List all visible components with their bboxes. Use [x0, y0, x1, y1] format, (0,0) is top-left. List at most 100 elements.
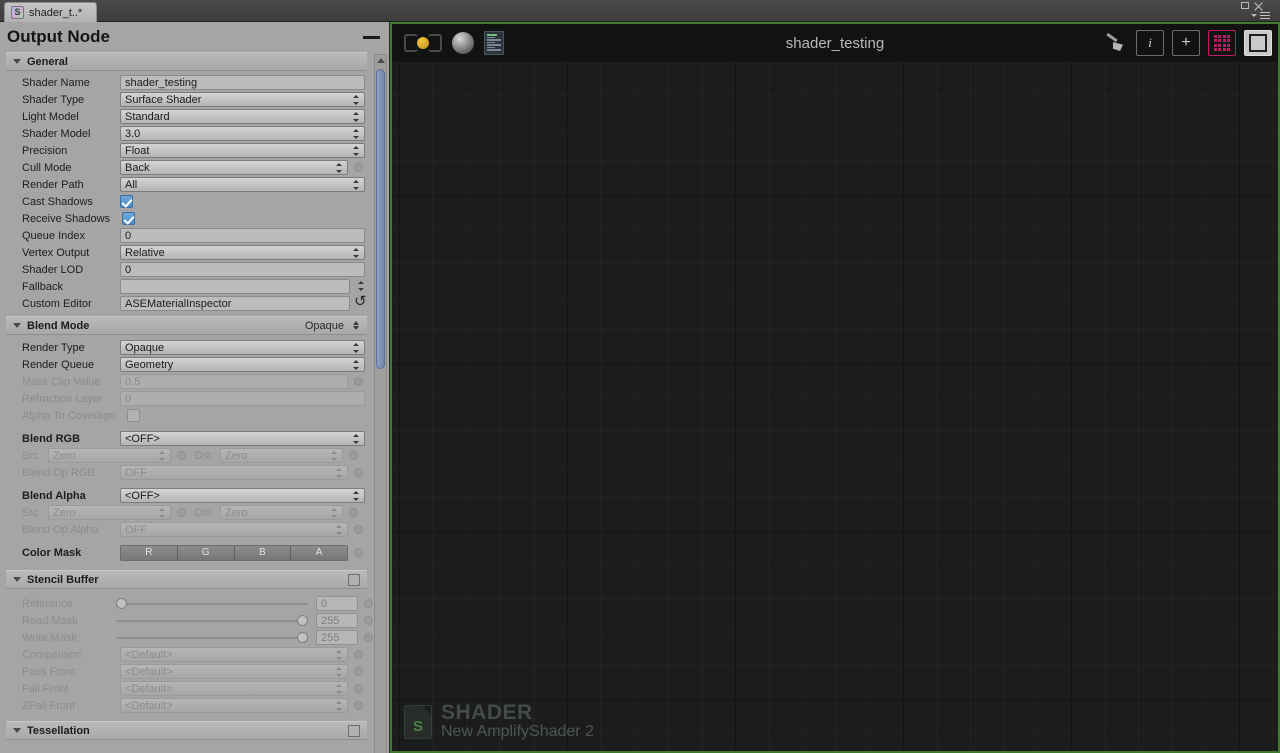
dropdown-render-type[interactable]: Opaque — [120, 340, 365, 355]
label-blend-rgb: Blend RGB — [22, 432, 81, 445]
input-custom-editor[interactable]: ASEMaterialInspector — [120, 296, 350, 311]
foldout-blend-mode-label: Blend Mode — [27, 319, 90, 332]
label-render-queue: Render Queue — [22, 358, 95, 371]
blend-alpha-src-dot — [177, 508, 186, 517]
slider-stencil-read-mask — [116, 614, 308, 627]
foldout-stencil-buffer[interactable]: Stencil Buffer — [6, 570, 367, 589]
blend-mode-preset-value[interactable]: Opaque — [305, 320, 344, 332]
cleanup-broom-icon[interactable] — [1100, 30, 1128, 56]
row-blend-rgb: Blend RGB <OFF> — [0, 430, 373, 447]
input-fallback[interactable] — [120, 279, 350, 294]
foldout-blend-mode[interactable]: Blend Mode Opaque — [6, 316, 367, 335]
chevron-down-icon[interactable] — [1251, 14, 1257, 17]
row-stencil-fail-front: Fail Front <Default> — [0, 680, 373, 697]
properties-vertical-scrollbar[interactable] — [374, 54, 387, 753]
row-stencil-comparison: Comparison <Default> — [0, 646, 373, 663]
output-node-properties-panel: Output Node General Shader Name shader_t… — [0, 22, 390, 753]
reset-custom-editor-icon[interactable] — [354, 294, 368, 311]
focus-selection-icon[interactable] — [1244, 30, 1272, 56]
input-shader-lod[interactable]: 0 — [120, 262, 365, 277]
row-vertex-output: Vertex Output Relative — [0, 244, 373, 261]
window-controls — [1241, 1, 1277, 22]
close-icon[interactable] — [1253, 2, 1263, 12]
menu-lines-icon[interactable] — [1260, 12, 1270, 19]
label-blend-alpha-dst: Dst — [194, 506, 212, 519]
dropdown-blend-alpha[interactable]: <OFF> — [120, 488, 365, 503]
collapse-panel-button[interactable] — [361, 26, 383, 48]
scroll-up-arrow-icon[interactable] — [377, 58, 385, 63]
chevron-down-icon — [13, 577, 21, 582]
color-mask-r[interactable]: R — [121, 545, 178, 560]
input-queue-index[interactable]: 0 — [120, 228, 365, 243]
label-shader-type: Shader Type — [22, 93, 85, 106]
foldout-general[interactable]: General — [6, 52, 367, 71]
dropdown-shader-type[interactable]: Surface Shader — [120, 92, 365, 107]
row-render-path: Render Path All — [0, 176, 373, 193]
shader-code-icon[interactable] — [484, 31, 504, 55]
foldout-general-label: General — [27, 55, 68, 68]
cull-mode-port-dot[interactable] — [354, 163, 363, 172]
row-blend-rgb-src-dst: Src Zero Dst Zero — [0, 447, 373, 464]
slider-stencil-reference — [116, 597, 308, 610]
scrollbar-thumb[interactable] — [376, 69, 385, 369]
dropdown-stencil-comparison: <Default> — [120, 647, 348, 662]
input-mask-clip-value: 0.5 — [120, 374, 348, 389]
window-tab-bar: S shader_t..* — [0, 0, 1280, 22]
foldout-tessellation[interactable]: Tessellation — [6, 721, 367, 740]
row-blend-alpha-src-dst: Src Zero Dst Zero — [0, 504, 373, 521]
checkbox-tessellation-enable[interactable] — [348, 724, 360, 737]
label-receive-shadows: Receive Shadows — [22, 212, 111, 225]
tab-shader-testing[interactable]: S shader_t..* — [4, 2, 98, 22]
label-blend-op-alpha: Blend Op Alpha — [22, 523, 99, 536]
row-mask-clip-value: Mask Clip Value 0.5 — [0, 373, 373, 390]
label-blend-rgb-src: Src — [22, 449, 39, 462]
color-mask-g[interactable]: G — [177, 545, 235, 560]
row-fallback: Fallback — [0, 278, 373, 295]
label-cast-shadows: Cast Shadows — [22, 195, 93, 208]
toggle-grid-icon[interactable] — [1208, 30, 1236, 56]
fallback-stepper[interactable] — [350, 279, 366, 294]
color-mask-a[interactable]: A — [291, 545, 347, 560]
dropdown-shader-model[interactable]: 3.0 — [120, 126, 365, 141]
blend-mode-preset-stepper[interactable] — [353, 320, 360, 331]
label-shader-lod: Shader LOD — [22, 263, 84, 276]
foldout-stencil-buffer-label: Stencil Buffer — [27, 573, 99, 586]
shader-graph-canvas[interactable]: shader_testing i + shader_testing — [390, 22, 1280, 753]
mask-clip-port-dot — [354, 377, 363, 386]
label-stencil-write-mask: Write Mask — [22, 631, 77, 644]
add-node-icon[interactable]: + — [1172, 30, 1200, 56]
checkbox-cast-shadows[interactable] — [120, 195, 133, 208]
checkbox-receive-shadows[interactable] — [122, 212, 135, 225]
dropdown-render-path[interactable]: All — [120, 177, 365, 192]
checkbox-stencil-buffer-enable[interactable] — [348, 573, 360, 586]
input-shader-name[interactable]: shader_testing — [120, 75, 365, 90]
restore-icon[interactable] — [1241, 2, 1249, 9]
row-blend-op-alpha: Blend Op Alpha OFF — [0, 521, 373, 538]
row-blend-op-rgb: Blend Op RGB OFF — [0, 464, 373, 481]
dropdown-light-model[interactable]: Standard — [120, 109, 365, 124]
properties-scroll-area[interactable]: General Shader Name shader_testing Shade… — [0, 52, 389, 753]
dropdown-precision[interactable]: Float — [120, 143, 365, 158]
row-cast-shadows: Cast Shadows — [0, 193, 373, 210]
row-stencil-reference: Reference 0 — [0, 595, 373, 612]
dropdown-blend-rgb[interactable]: <OFF> — [120, 431, 365, 446]
color-mask-b[interactable]: B — [234, 545, 292, 560]
label-shader-model: Shader Model — [22, 127, 91, 140]
dropdown-blend-op-alpha: OFF — [120, 522, 348, 537]
material-sphere-icon[interactable] — [452, 32, 474, 54]
live-update-icon[interactable] — [404, 32, 442, 54]
dropdown-cull-mode[interactable]: Back — [120, 160, 348, 175]
panel-header: Output Node — [0, 22, 389, 52]
row-render-type: Render Type Opaque — [0, 339, 373, 356]
color-mask-toggle-group[interactable]: R G B A — [120, 544, 348, 561]
label-precision: Precision — [22, 144, 68, 157]
tab-label: shader_t..* — [29, 6, 83, 19]
label-stencil-comparison: Comparison — [22, 648, 82, 661]
info-icon[interactable]: i — [1136, 30, 1164, 56]
dropdown-blend-op-rgb: OFF — [120, 465, 348, 480]
label-blend-alpha-src: Src — [22, 506, 39, 519]
dropdown-vertex-output[interactable]: Relative — [120, 245, 365, 260]
foldout-tessellation-label: Tessellation — [27, 724, 90, 737]
dropdown-render-queue[interactable]: Geometry — [120, 357, 365, 372]
row-receive-shadows: Receive Shadows — [0, 210, 373, 227]
